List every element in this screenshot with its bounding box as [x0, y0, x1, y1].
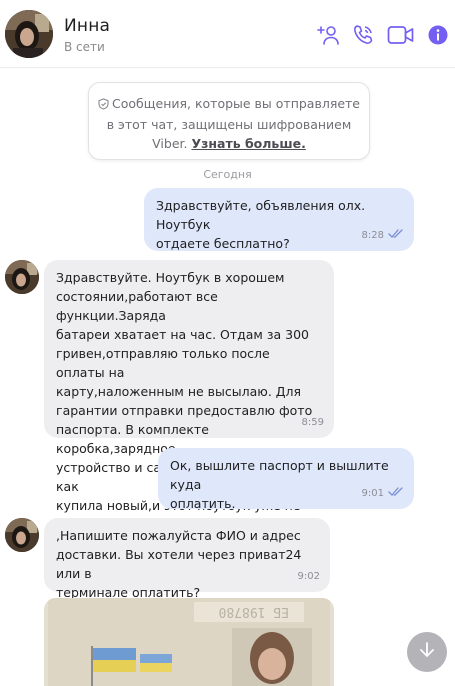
passport-photo-message[interactable]: ЕБ 198780: [44, 598, 334, 686]
video-icon[interactable]: [386, 22, 416, 48]
chat-header: Инна В сети: [0, 0, 455, 68]
info-icon[interactable]: [425, 22, 451, 48]
phone-icon[interactable]: [350, 22, 376, 48]
shield-icon: [98, 96, 109, 115]
passport-number-text: ЕБ 198780: [219, 604, 289, 619]
message-text-line: доставки. Вы хотели через приват24 или в: [56, 547, 302, 581]
message-time: 8:28: [361, 230, 384, 241]
sender-avatar[interactable]: [5, 518, 39, 552]
message-bubble-outgoing[interactable]: Здравствуйте, объявления олх. Ноутбук от…: [144, 188, 414, 251]
notice-line-2: в этот чат, защищены шифрованием: [106, 117, 352, 132]
message-time: 9:01: [361, 488, 384, 499]
message-text-line: батареи хватает на час. Отдам за 300: [56, 327, 309, 342]
contact-avatar[interactable]: [5, 10, 53, 58]
encryption-notice: Сообщения, которые вы отправляете в этот…: [88, 82, 370, 160]
scroll-to-bottom-button[interactable]: [407, 632, 447, 672]
read-check-icon: [388, 226, 404, 245]
learn-more-link[interactable]: Узнать больше.: [191, 136, 305, 151]
message-text-line: ,Напишите пожалуйста ФИО и адрес: [56, 528, 301, 543]
notice-line-1: Сообщения, которые вы отправляете: [112, 96, 360, 111]
arrow-down-icon: [418, 641, 436, 663]
contact-status: В сети: [64, 40, 105, 54]
message-bubble-outgoing[interactable]: Ок, вышлите паспорт и вышлите куда оплат…: [158, 448, 414, 511]
contact-name[interactable]: Инна: [64, 16, 110, 36]
message-text-line: Здравствуйте. Ноутбук в хорошем: [56, 270, 285, 285]
message-bubble-incoming[interactable]: ,Напишите пожалуйста ФИО и адрес доставк…: [44, 518, 330, 600]
message-time: 9:02: [297, 571, 320, 582]
add-contact-icon[interactable]: [316, 22, 342, 48]
date-separator: Сегодня: [203, 168, 252, 181]
sender-avatar[interactable]: [5, 260, 39, 294]
message-text-line: карту,наложенным не высылаю. Для: [56, 384, 302, 399]
read-check-icon: [388, 484, 404, 503]
notice-line-3: Viber.: [152, 136, 188, 151]
message-bubble-incoming[interactable]: Здравствуйте. Ноутбук в хорошем состояни…: [44, 260, 334, 532]
message-text-line: состоянии,работают все функции.Заряда: [56, 289, 218, 323]
message-text-line: гарантии отправки предоставлю фото: [56, 403, 313, 418]
message-text-line: гривен,отправляю только после оплаты на: [56, 346, 270, 380]
message-time: 8:59: [301, 417, 324, 428]
